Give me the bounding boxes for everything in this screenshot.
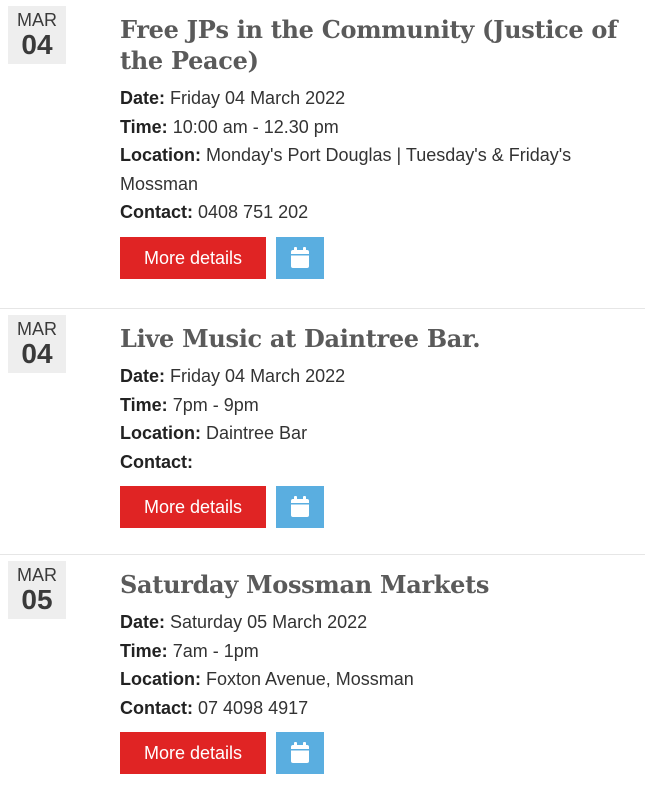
contact-value: 0408 751 202 [198, 202, 309, 222]
event-date-row: Date: Saturday 05 March 2022 [120, 608, 633, 637]
add-to-calendar-button[interactable] [276, 486, 324, 528]
location-label: Location: [120, 145, 201, 165]
date-value: Friday 04 March 2022 [170, 366, 346, 386]
location-label: Location: [120, 669, 201, 689]
event-contact-row: Contact: [120, 448, 633, 477]
more-details-button[interactable]: More details [120, 236, 266, 279]
event-actions: More details [120, 236, 633, 279]
time-label: Time: [120, 640, 168, 661]
event-date-row: Date: Friday 04 March 2022 [120, 84, 633, 113]
event-time-row: Time: 7am - 1pm [120, 637, 633, 666]
add-to-calendar-button[interactable] [276, 236, 324, 279]
more-details-button[interactable]: More details [120, 732, 266, 774]
time-value: 10:00 am - 12.30 pm [172, 116, 339, 137]
more-details-button[interactable]: More details [120, 486, 266, 528]
event-location-row: Location: Daintree Bar [120, 419, 633, 448]
location-value: Foxton Avenue, Mossman [206, 669, 414, 689]
date-label: Date: [120, 88, 166, 108]
location-value: Daintree Bar [206, 423, 308, 443]
date-month: MAR [17, 565, 57, 585]
event-date-row: Date: Friday 04 March 2022 [120, 362, 633, 391]
time-label: Time: [120, 394, 168, 415]
event-location-row: Location: Foxton Avenue, Mossman [120, 665, 633, 694]
event-contact-row: Contact: 07 4098 4917 [120, 694, 633, 723]
event-title[interactable]: Free JPs in the Community (Justice of th… [120, 14, 633, 76]
contact-label: Contact: [120, 202, 193, 222]
event-location-row: Location: Monday's Port Douglas | Tuesda… [120, 141, 633, 198]
calendar-icon [291, 496, 309, 517]
date-label: Date: [120, 612, 166, 632]
event-title[interactable]: Live Music at Daintree Bar. [120, 323, 633, 354]
event-time-row: Time: 7pm - 9pm [120, 391, 633, 420]
add-to-calendar-button[interactable] [276, 732, 324, 774]
contact-value: 07 4098 4917 [198, 697, 309, 718]
date-day: 04 [21, 29, 53, 60]
date-day: 05 [21, 584, 53, 615]
event-actions: More details [120, 486, 633, 528]
event-time-row: Time: 10:00 am - 12.30 pm [120, 113, 633, 142]
event-item: MAR 05 Saturday Mossman Markets Date: Sa… [0, 555, 645, 797]
date-value: Saturday 05 March 2022 [170, 612, 368, 632]
time-label: Time: [120, 116, 168, 137]
event-content: Live Music at Daintree Bar. Date: Friday… [120, 323, 633, 528]
event-actions: More details [120, 732, 633, 774]
calendar-icon [291, 742, 309, 763]
date-badge: MAR 04 [8, 6, 66, 64]
event-item: MAR 04 Free JPs in the Community (Justic… [0, 0, 645, 309]
contact-label: Contact: [120, 697, 193, 718]
date-value: Friday 04 March 2022 [170, 88, 346, 108]
date-badge: MAR 04 [8, 315, 66, 373]
calendar-icon [291, 246, 309, 268]
date-month: MAR [17, 319, 57, 339]
event-title[interactable]: Saturday Mossman Markets [120, 569, 633, 600]
time-value: 7pm - 9pm [172, 394, 259, 415]
event-item: MAR 04 Live Music at Daintree Bar. Date:… [0, 309, 645, 555]
location-label: Location: [120, 423, 201, 443]
date-badge: MAR 05 [8, 561, 66, 619]
contact-label: Contact: [120, 451, 193, 472]
event-content: Saturday Mossman Markets Date: Saturday … [120, 569, 633, 774]
date-label: Date: [120, 366, 166, 386]
event-contact-row: Contact: 0408 751 202 [120, 198, 633, 227]
event-content: Free JPs in the Community (Justice of th… [120, 14, 633, 279]
date-month: MAR [17, 10, 57, 30]
time-value: 7am - 1pm [172, 640, 259, 661]
date-day: 04 [21, 338, 53, 369]
